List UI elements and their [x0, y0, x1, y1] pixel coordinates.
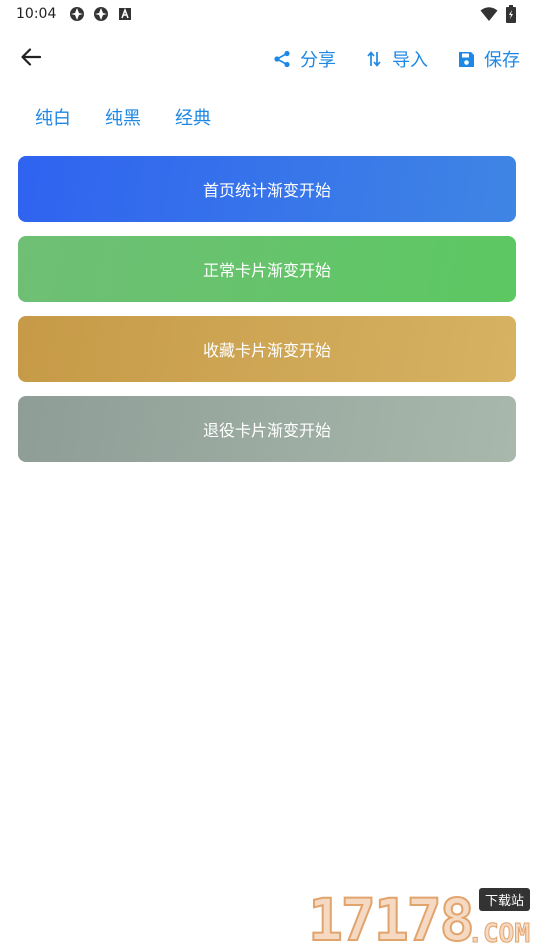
- share-button[interactable]: 分享: [272, 46, 336, 72]
- watermark-domain: .COM: [467, 919, 531, 949]
- retired-card-gradient-start-button[interactable]: 退役卡片渐变开始: [18, 396, 516, 462]
- save-label: 保存: [484, 50, 520, 71]
- save-button[interactable]: 保存: [456, 46, 520, 72]
- app-icon-2: [92, 5, 110, 23]
- wifi-icon: [480, 5, 498, 23]
- back-button[interactable]: [14, 44, 48, 74]
- import-button[interactable]: 导入: [364, 46, 428, 72]
- arrow-back-icon: [21, 48, 42, 70]
- battery-icon: [502, 5, 520, 23]
- toolbar: 分享 导入 保存: [0, 36, 534, 82]
- swap-vertical-icon: [364, 49, 384, 69]
- app-icon-1: [68, 5, 86, 23]
- theme-tabs: 纯白 纯黑 经典: [35, 104, 211, 130]
- font-icon: [116, 5, 134, 23]
- save-icon: [456, 49, 476, 69]
- watermark-logo: 17178 下载站 .COM: [307, 886, 534, 950]
- home-stats-gradient-start-button[interactable]: 首页统计渐变开始: [18, 156, 516, 222]
- status-time: 10:04: [16, 6, 57, 22]
- status-icons-left: [68, 5, 134, 23]
- status-bar: 10:04: [0, 0, 534, 28]
- favorite-card-gradient-start-button[interactable]: 收藏卡片渐变开始: [18, 316, 516, 382]
- status-icons-right: [480, 5, 520, 23]
- toolbar-actions: 分享 导入 保存: [272, 36, 520, 82]
- share-icon: [272, 49, 292, 69]
- theme-tab-white[interactable]: 纯白: [35, 104, 71, 130]
- share-label: 分享: [300, 50, 336, 71]
- normal-card-gradient-start-button[interactable]: 正常卡片渐变开始: [18, 236, 516, 302]
- gradient-button-list: 首页统计渐变开始 正常卡片渐变开始 收藏卡片渐变开始 退役卡片渐变开始: [18, 156, 516, 476]
- watermark-number: 17178: [307, 886, 476, 950]
- theme-tab-black[interactable]: 纯黑: [105, 104, 141, 130]
- theme-tab-classic[interactable]: 经典: [175, 104, 211, 130]
- watermark-badge: 下载站: [478, 888, 530, 911]
- import-label: 导入: [392, 50, 428, 71]
